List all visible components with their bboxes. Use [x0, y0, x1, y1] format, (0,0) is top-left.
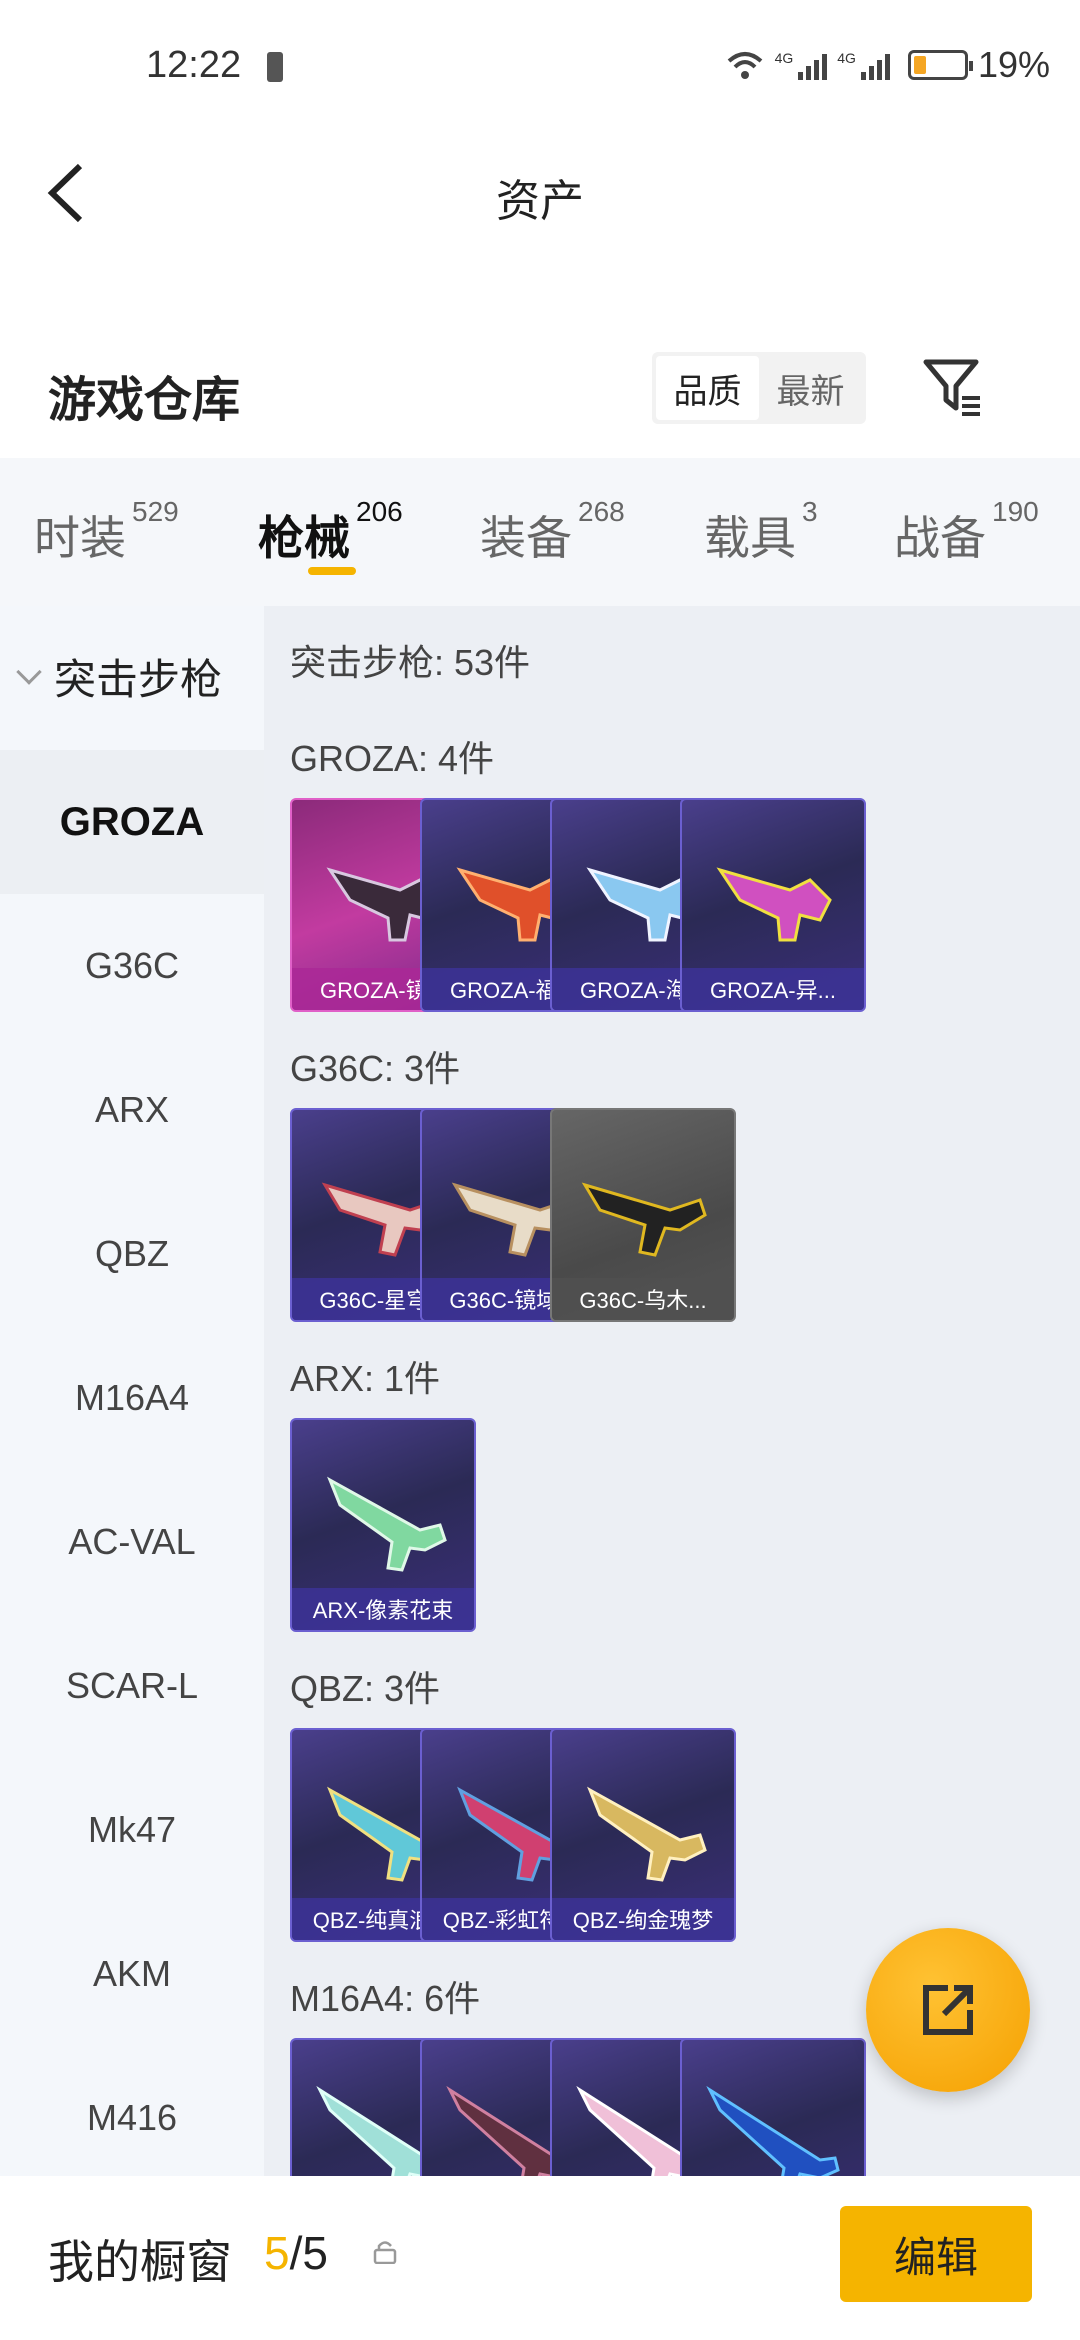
edit-button[interactable]: 编辑 — [840, 2206, 1032, 2302]
gun-image — [706, 2085, 840, 2176]
chevron-down-icon — [16, 658, 42, 685]
battery-percent: 19% — [977, 44, 1050, 85]
sidebar-item-m16a4[interactable]: M16A4 — [0, 1326, 264, 1470]
lock-icon — [373, 2241, 397, 2264]
tab-vehicles[interactable]: 载具3 — [704, 496, 818, 568]
sidebar-item-g36c[interactable]: G36C — [0, 894, 264, 1038]
weapon-card[interactable]: QBZ-绚金瑰梦 — [550, 1728, 736, 1942]
card-label: ARX-像素花束 — [292, 1588, 474, 1630]
sidebar-category[interactable]: 突击步枪 — [16, 646, 222, 707]
sidebar-item-mk47[interactable]: Mk47 — [0, 1758, 264, 1902]
group-title-arx: ARX: 1件 — [290, 1358, 441, 1399]
card-label: G36C-乌木... — [552, 1278, 734, 1320]
signal-icon-2: 4G — [837, 50, 890, 80]
sort-toggle: 品质 最新 — [652, 352, 866, 424]
sidebar-item-groza[interactable]: GROZA — [0, 750, 264, 894]
tab-supplies[interactable]: 战备190 — [894, 496, 1039, 568]
wifi-icon — [727, 52, 762, 79]
tab-weapons[interactable]: 枪械206 — [258, 496, 403, 568]
weapon-card[interactable]: GROZA-异... — [680, 798, 866, 1012]
sidebar-item-qbz[interactable]: QBZ — [0, 1182, 264, 1326]
sidebar-item-akm[interactable]: AKM — [0, 1902, 264, 2046]
showcase-bar: 我的橱窗 5/5 编辑 — [0, 2176, 1080, 2340]
status-bar: 12:22 4G 4G 19% — [0, 0, 1080, 130]
showcase-label: 我的橱窗 — [48, 2236, 232, 2288]
group-title-groza: GROZA: 4件 — [290, 738, 495, 779]
tab-equipment[interactable]: 装备268 — [480, 496, 625, 568]
category-tabs: 时装529 枪械206 装备268 载具3 战备190 — [0, 458, 1080, 606]
gun-image — [716, 867, 832, 942]
gun-image — [327, 1476, 447, 1572]
weapon-sidebar: 突击步枪 GROZA G36C ARX QBZ M16A4 AC-VAL SCA… — [0, 606, 264, 2176]
gun-image — [587, 1786, 707, 1882]
filter-icon — [923, 359, 980, 416]
group-title-qbz: QBZ: 3件 — [290, 1668, 441, 1709]
sidebar-item-ac-val[interactable]: AC-VAL — [0, 1470, 264, 1614]
card-label: QBZ-绚金瑰梦 — [552, 1898, 734, 1940]
sort-quality-button[interactable]: 品质 — [656, 356, 759, 420]
tab-fashion[interactable]: 时装529 — [34, 496, 179, 568]
gun-image — [581, 1182, 707, 1257]
sidebar-item-scar-l[interactable]: SCAR-L — [0, 1614, 264, 1758]
group-title-m16a4: M16A4: 6件 — [290, 1978, 481, 2019]
page-title: 资产 — [496, 177, 584, 226]
filter-button[interactable] — [918, 352, 988, 422]
warehouse-title: 游戏仓库 — [48, 374, 241, 427]
share-icon — [923, 1985, 973, 2035]
battery-saver-icon — [267, 52, 283, 82]
showcase-count: 5/5 — [264, 2227, 328, 2279]
sidebar-item-m416[interactable]: M416 — [0, 2046, 264, 2190]
sidebar-item-arx[interactable]: ARX — [0, 1038, 264, 1182]
battery-icon — [907, 50, 973, 80]
status-time: 12:22 — [146, 44, 242, 86]
weapon-card[interactable]: ARX-像素花束 — [290, 1418, 476, 1632]
sort-latest-button[interactable]: 最新 — [759, 356, 862, 420]
status-icons: 4G 4G 19% — [725, 44, 1050, 86]
active-tab-indicator — [308, 567, 356, 575]
share-fab-button[interactable] — [866, 1928, 1030, 2092]
group-title-g36c: G36C: 3件 — [290, 1048, 461, 1089]
signal-icon: 4G — [775, 50, 828, 80]
weapon-card[interactable]: G36C-乌木... — [550, 1108, 736, 1322]
weapon-card[interactable] — [680, 2038, 866, 2176]
card-label: GROZA-异... — [682, 968, 864, 1010]
category-count-title: 突击步枪: 53件 — [290, 642, 531, 683]
